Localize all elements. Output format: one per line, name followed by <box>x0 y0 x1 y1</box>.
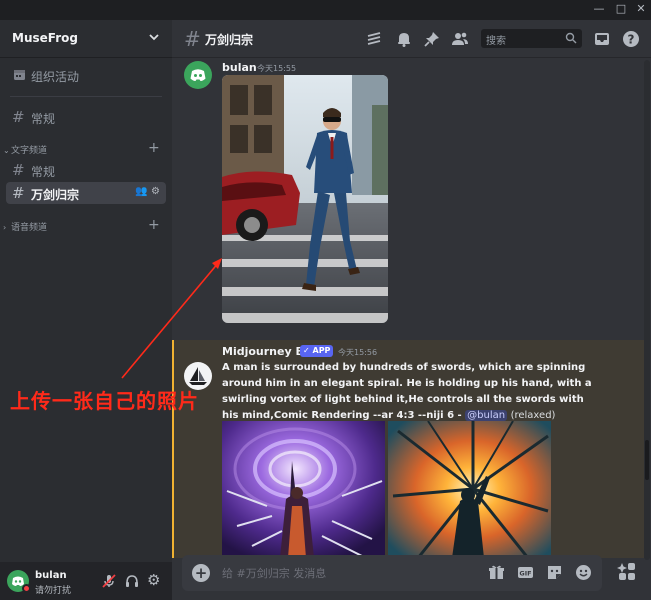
chat-area: # 万剑归宗 搜索 ? bulan 今天15:55 Midjourney Bot… <box>172 20 651 600</box>
mention-bar <box>172 340 174 558</box>
sword-vortex-image <box>222 421 385 558</box>
pin-icon[interactable] <box>423 30 441 48</box>
bell-icon[interactable] <box>395 30 413 48</box>
emoji-icon[interactable] <box>575 564 592 581</box>
hash-icon: # <box>184 27 201 51</box>
dnd-status-icon <box>22 584 31 593</box>
category-text-channels[interactable]: ⌄文字频道 <box>3 143 47 157</box>
chevron-right-icon: › <box>3 223 7 232</box>
server-name: MuseFrog <box>12 31 78 45</box>
add-channel-icon[interactable]: + <box>148 218 160 232</box>
message-composer[interactable]: + 给 #万剑归宗 发消息 GIF <box>182 555 602 591</box>
divider <box>10 96 162 97</box>
mode-label: (relaxed) <box>510 410 556 421</box>
minimize-button[interactable]: — <box>592 2 606 16</box>
gear-icon[interactable]: ⚙ <box>147 571 160 589</box>
avatar[interactable] <box>184 61 212 89</box>
title-bar: — □ ✕ <box>0 0 651 20</box>
sidebar-item-wanjianguizong[interactable]: # 万剑归宗 👥 ⚙ <box>6 182 166 204</box>
svg-text:?: ? <box>628 33 635 47</box>
maximize-button[interactable]: □ <box>614 2 628 16</box>
sticker-icon[interactable] <box>546 564 563 581</box>
inbox-icon[interactable] <box>593 30 611 48</box>
annotation-text: 上传一张自己的照片 <box>10 389 199 413</box>
add-channel-icon[interactable]: + <box>148 141 160 155</box>
generated-image-1[interactable] <box>222 421 385 558</box>
sword-explosion-image <box>388 421 551 558</box>
scrollbar-track[interactable] <box>644 60 650 560</box>
sidebar-item-label: 常规 <box>31 165 56 179</box>
hash-icon: # <box>12 108 25 126</box>
category-label: 语音频道 <box>11 223 48 233</box>
close-button[interactable]: ✕ <box>634 2 648 16</box>
app-badge: ✓ APP <box>300 345 334 357</box>
man-in-suit-photo <box>222 75 388 323</box>
sidebar-item-general-top[interactable]: # 常规 <box>6 106 166 128</box>
channel-title: 万剑归宗 <box>205 33 254 47</box>
category-voice-channels[interactable]: › 语音频道 <box>3 220 47 234</box>
svg-text:GIF: GIF <box>519 570 531 578</box>
calendar-icon <box>14 70 25 80</box>
chevron-down-icon <box>149 34 159 41</box>
search-input[interactable]: 搜索 <box>481 29 582 48</box>
app-badge-label: APP <box>312 346 331 355</box>
server-header[interactable]: MuseFrog <box>0 20 172 58</box>
generated-image-2[interactable] <box>388 421 551 558</box>
plus-icon[interactable]: + <box>192 564 210 582</box>
user-name: bulan <box>35 570 67 581</box>
scrollbar-thumb[interactable] <box>645 440 649 480</box>
gear-icon[interactable]: ⚙ <box>151 186 160 197</box>
sidebar-item-label: 常规 <box>31 112 56 126</box>
apps-icon[interactable] <box>616 560 638 582</box>
discord-logo-icon <box>190 69 206 81</box>
headphones-icon[interactable] <box>124 573 140 589</box>
mention-highlight: Midjourney Bot ✓ APP 今天15:56 A man is su… <box>172 340 644 558</box>
user-status: 请勿打扰 <box>35 586 72 596</box>
invite-icon[interactable]: 👥 <box>135 186 147 197</box>
help-icon[interactable]: ? <box>622 30 640 48</box>
channel-sidebar: MuseFrog 组织活动 # 常规 ⌄文字频道 + # 常规 # 万剑归宗 👥… <box>0 20 172 562</box>
uploaded-photo[interactable] <box>222 75 388 323</box>
composer-placeholder: 给 #万剑归宗 发消息 <box>222 567 327 580</box>
gif-icon[interactable]: GIF <box>517 564 534 581</box>
sidebar-item-events[interactable]: 组织活动 <box>6 64 166 86</box>
user-panel: bulan 请勿打扰 ⚙ <box>0 562 172 600</box>
sidebar-item-label: 组织活动 <box>31 70 80 84</box>
chevron-down-icon: ⌄ <box>3 146 10 155</box>
gift-icon[interactable] <box>488 564 505 581</box>
threads-icon[interactable] <box>365 30 383 48</box>
members-icon[interactable] <box>451 30 469 48</box>
sidebar-item-label: 万剑归宗 <box>31 188 80 202</box>
user-mention[interactable]: @bulan <box>465 410 508 421</box>
sidebar-item-general[interactable]: # 常规 <box>6 159 166 181</box>
message-timestamp: 今天15:56 <box>338 348 378 357</box>
channel-header: # 万剑归宗 搜索 ? <box>172 20 651 58</box>
category-label: 文字频道 <box>11 146 48 156</box>
hash-icon: # <box>12 184 25 202</box>
message-timestamp: 今天15:55 <box>257 64 297 73</box>
mic-muted-icon[interactable] <box>101 573 117 589</box>
search-placeholder: 搜索 <box>486 36 506 47</box>
hash-icon: # <box>12 161 25 179</box>
message-content: A man is surrounded by hundreds of sword… <box>222 360 602 424</box>
message-author[interactable]: bulan <box>222 61 257 74</box>
search-icon <box>565 32 577 44</box>
